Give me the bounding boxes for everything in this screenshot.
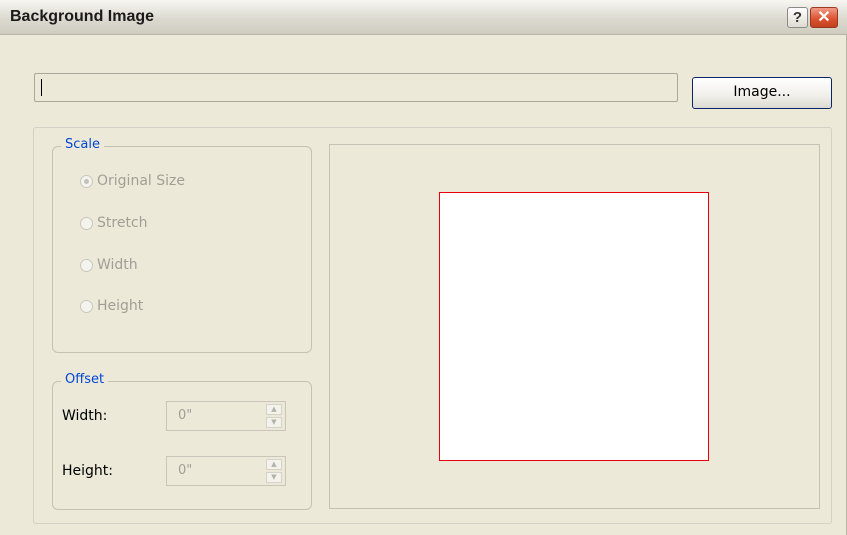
radio-stretch[interactable]: Stretch [80,213,148,233]
spin-up-icon[interactable]: ▲ [266,459,282,470]
radio-label: Original Size [97,173,185,189]
radio-icon [80,258,93,272]
page-preview [439,192,709,461]
close-icon: ✕ [817,9,831,26]
radio-width[interactable]: Width [80,255,138,275]
spin-down-icon[interactable]: ▼ [266,417,282,428]
offset-height-value: 0" [178,463,193,478]
image-browse-button[interactable]: Image... [692,77,832,109]
radio-height[interactable]: Height [80,296,143,316]
offset-width-value: 0" [178,408,193,423]
radio-original-size[interactable]: Original Size [80,171,185,191]
offset-width-field[interactable]: 0" ▲ ▼ [166,401,286,431]
radio-label: Stretch [97,215,148,231]
offset-legend: Offset [61,372,109,387]
background-image-dialog: Background Image ? ✕ Image... Scale Orig… [0,0,847,535]
offset-height-spinner[interactable]: ▲ ▼ [266,459,282,483]
help-button[interactable]: ? [787,7,808,28]
question-mark-icon: ? [792,9,803,26]
radio-icon [80,299,93,313]
offset-height-label: Height: [62,463,113,479]
scale-legend: Scale [61,137,104,152]
text-caret [41,79,42,96]
spin-up-icon[interactable]: ▲ [266,404,282,415]
title-bar[interactable]: Background Image ? ✕ [0,0,847,35]
radio-label: Width [97,257,138,273]
spin-down-icon[interactable]: ▼ [266,472,282,483]
radio-icon [80,216,93,230]
offset-width-spinner[interactable]: ▲ ▼ [266,404,282,428]
offset-width-label: Width: [62,408,108,424]
image-path-input[interactable] [34,73,678,102]
radio-selected-icon [80,174,93,188]
offset-height-field[interactable]: 0" ▲ ▼ [166,456,286,486]
close-button[interactable]: ✕ [810,7,838,28]
radio-label: Height [97,298,144,314]
dialog-title: Background Image [10,8,155,25]
